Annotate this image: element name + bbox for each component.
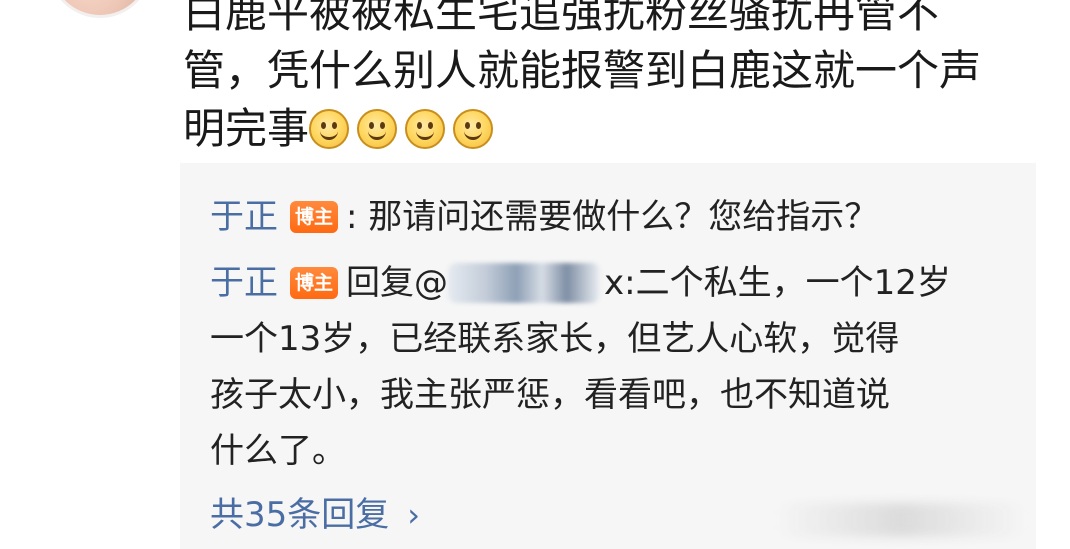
reply-text: : 那请问还需要做什么？您给指示？ bbox=[346, 197, 879, 237]
reply-line-1: 二个私生，一个12岁 bbox=[635, 263, 951, 303]
smile-emoji-icon bbox=[405, 109, 446, 149]
watermark bbox=[776, 503, 1026, 537]
view-more-replies-link[interactable]: 共35条回复 › bbox=[210, 493, 420, 537]
comment-text: 白鹿平被被私生宅追强扰粉丝骚扰冉管不 管，凭什么别人就能报警到白鹿这就一个声 明… bbox=[183, 0, 1043, 158]
reply-line-2: 一个13岁，已经联系家长，但艺人心软，觉得 bbox=[210, 319, 900, 359]
blogger-badge: 博主 bbox=[290, 201, 338, 233]
reply-author-name[interactable]: 于正 bbox=[210, 263, 278, 303]
reply-author-name[interactable]: 于正 bbox=[210, 197, 278, 237]
smile-emoji-icon bbox=[309, 109, 350, 149]
reply-line-3: 孩子太小，我主张严惩，看看吧，也不知道说 bbox=[210, 375, 890, 415]
smile-emoji-icon bbox=[357, 109, 398, 149]
reply-prefix: 回复@ bbox=[346, 263, 448, 303]
comment-line-2: 管，凭什么别人就能报警到白鹿这就一个声 bbox=[183, 46, 982, 95]
comment-line-3: 明完事 bbox=[183, 100, 1043, 158]
avatar[interactable] bbox=[48, 0, 152, 18]
chevron-right-icon[interactable]: › bbox=[407, 493, 420, 537]
blogger-badge: 博主 bbox=[290, 267, 338, 299]
reply-item[interactable]: 于正 博主 回复@ x:二个私生，一个12岁 一个13岁，已经联系家长，但艺人心软，觉… bbox=[210, 255, 951, 479]
reply-thread: 于正 博主: 那请问还需要做什么？您给指示？ 于正 博主 回复@ x:二个私生，一个12… bbox=[180, 163, 1036, 549]
blurred-username bbox=[448, 263, 600, 303]
weibo-comment-screenshot: 白鹿平被被私生宅追强扰粉丝骚扰冉管不 管，凭什么别人就能报警到白鹿这就一个声 明… bbox=[0, 0, 1070, 549]
comment-line-3-text: 明完事 bbox=[183, 104, 310, 153]
smile-emoji-icon bbox=[453, 109, 494, 149]
reply-item[interactable]: 于正 博主: 那请问还需要做什么？您给指示？ bbox=[210, 189, 878, 245]
reply-mention-suffix: x: bbox=[604, 263, 636, 303]
comment-line-1: 白鹿平被被私生宅追强扰粉丝骚扰冉管不 bbox=[183, 0, 940, 37]
reply-line-4: 什么了。 bbox=[210, 431, 346, 471]
more-replies-label[interactable]: 共35条回复 bbox=[210, 495, 389, 535]
